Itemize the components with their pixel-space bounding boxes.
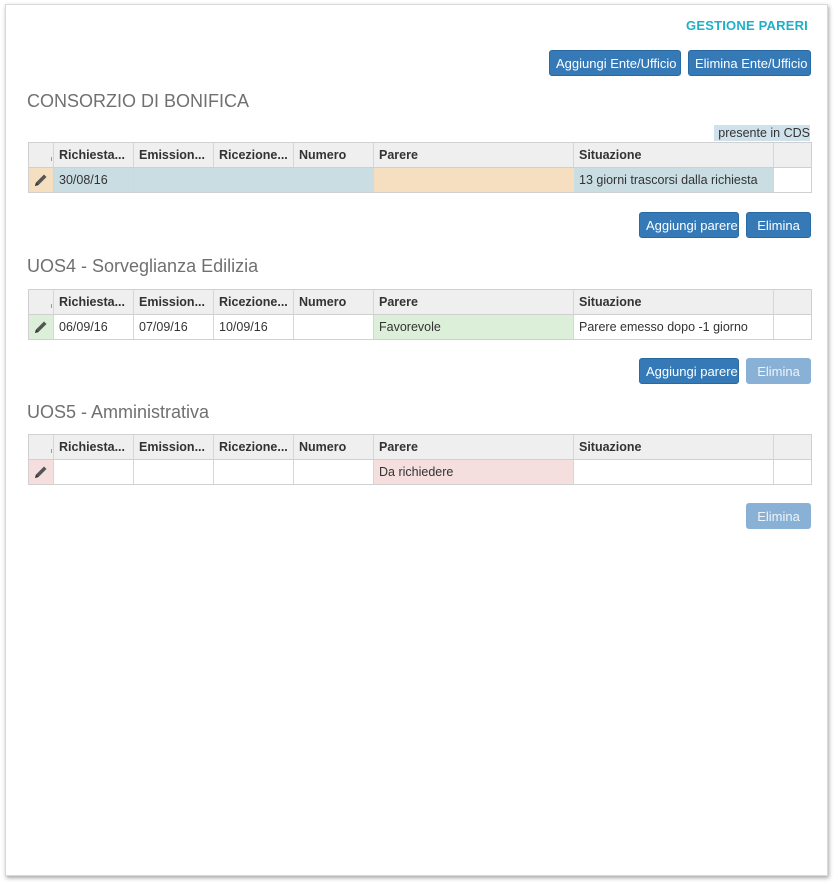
delete-parere-button-consorzio[interactable]: Elimina — [746, 212, 811, 238]
delete-ente-button[interactable]: Elimina Ente/Ufficio — [688, 50, 811, 76]
edit-cell[interactable] — [29, 168, 54, 192]
gestione-pareri-panel: GESTIONE PARERI Aggiungi Ente/Ufficio El… — [5, 4, 828, 876]
delete-parere-button-uos4[interactable]: Elimina — [746, 358, 811, 384]
header-situazione[interactable]: Situazione — [574, 143, 774, 167]
cell-parere — [374, 168, 574, 192]
grid-header: Richiesta... Emission... Ricezione... Nu… — [29, 143, 811, 168]
cell-ricezione — [214, 460, 294, 484]
header-numero[interactable]: Numero — [294, 143, 374, 167]
section-title-uos5: UOS5 - Amministrativa — [27, 402, 210, 422]
header-edit — [29, 290, 54, 314]
cell-situazione: Parere emesso dopo -1 giorno — [574, 315, 774, 339]
pareri-grid-consorzio: Richiesta... Emission... Ricezione... Nu… — [28, 142, 812, 193]
header-edit — [29, 143, 54, 167]
cell-ricezione — [214, 168, 294, 192]
grid-header: Richiesta... Emission... Ricezione... Nu… — [29, 290, 811, 315]
header-richiesta[interactable]: Richiesta... — [54, 290, 134, 314]
header-filler — [774, 435, 811, 459]
header-emissione[interactable]: Emission... — [134, 143, 214, 167]
pencil-icon[interactable] — [33, 319, 49, 335]
table-row[interactable]: 30/08/16 13 giorni trascorsi dalla richi… — [29, 168, 811, 192]
delete-parere-button-uos5[interactable]: Elimina — [746, 503, 811, 529]
pencil-icon[interactable] — [33, 464, 49, 480]
header-ricezione[interactable]: Ricezione... — [214, 435, 294, 459]
cell-richiesta: 06/09/16 — [54, 315, 134, 339]
table-row[interactable]: Da richiedere — [29, 460, 811, 484]
header-parere[interactable]: Parere — [374, 435, 574, 459]
header-situazione[interactable]: Situazione — [574, 435, 774, 459]
cell-filler — [774, 315, 811, 339]
cell-parere: Da richiedere — [374, 460, 574, 484]
cell-situazione — [574, 460, 774, 484]
header-parere[interactable]: Parere — [374, 143, 574, 167]
header-parere[interactable]: Parere — [374, 290, 574, 314]
header-richiesta[interactable]: Richiesta... — [54, 143, 134, 167]
header-situazione[interactable]: Situazione — [574, 290, 774, 314]
header-numero[interactable]: Numero — [294, 435, 374, 459]
cell-emissione: 07/09/16 — [134, 315, 214, 339]
header-ricezione[interactable]: Ricezione... — [214, 290, 294, 314]
header-edit — [29, 435, 54, 459]
cell-filler — [774, 168, 811, 192]
add-ente-button[interactable]: Aggiungi Ente/Ufficio — [549, 50, 681, 76]
header-filler — [774, 143, 811, 167]
cell-ricezione: 10/09/16 — [214, 315, 294, 339]
cds-note: presente in CDS — [714, 125, 810, 141]
cell-richiesta: 30/08/16 — [54, 168, 134, 192]
cell-richiesta — [54, 460, 134, 484]
header-filler — [774, 290, 811, 314]
header-ricezione[interactable]: Ricezione... — [214, 143, 294, 167]
header-numero[interactable]: Numero — [294, 290, 374, 314]
edit-cell[interactable] — [29, 315, 54, 339]
header-emissione[interactable]: Emission... — [134, 290, 214, 314]
header-emissione[interactable]: Emission... — [134, 435, 214, 459]
cell-numero — [294, 168, 374, 192]
edit-cell[interactable] — [29, 460, 54, 484]
cell-situazione: 13 giorni trascorsi dalla richiesta — [574, 168, 774, 192]
grid-header: Richiesta... Emission... Ricezione... Nu… — [29, 435, 811, 460]
cell-numero — [294, 315, 374, 339]
cell-numero — [294, 460, 374, 484]
pareri-grid-uos5: Richiesta... Emission... Ricezione... Nu… — [28, 434, 812, 485]
pareri-grid-uos4: Richiesta... Emission... Ricezione... Nu… — [28, 289, 812, 340]
header-richiesta[interactable]: Richiesta... — [54, 435, 134, 459]
section-title-uos4: UOS4 - Sorveglianza Edilizia — [27, 256, 259, 276]
pencil-icon[interactable] — [33, 172, 49, 188]
cell-filler — [774, 460, 811, 484]
cell-parere: Favorevole — [374, 315, 574, 339]
add-parere-button-uos4[interactable]: Aggiungi parere — [639, 358, 739, 384]
cell-emissione — [134, 460, 214, 484]
cell-emissione — [134, 168, 214, 192]
add-parere-button-consorzio[interactable]: Aggiungi parere — [639, 212, 739, 238]
panel-title: GESTIONE PARERI — [686, 18, 808, 33]
table-row[interactable]: 06/09/16 07/09/16 10/09/16 Favorevole Pa… — [29, 315, 811, 339]
section-title-consorzio: CONSORZIO DI BONIFICA — [27, 91, 250, 111]
